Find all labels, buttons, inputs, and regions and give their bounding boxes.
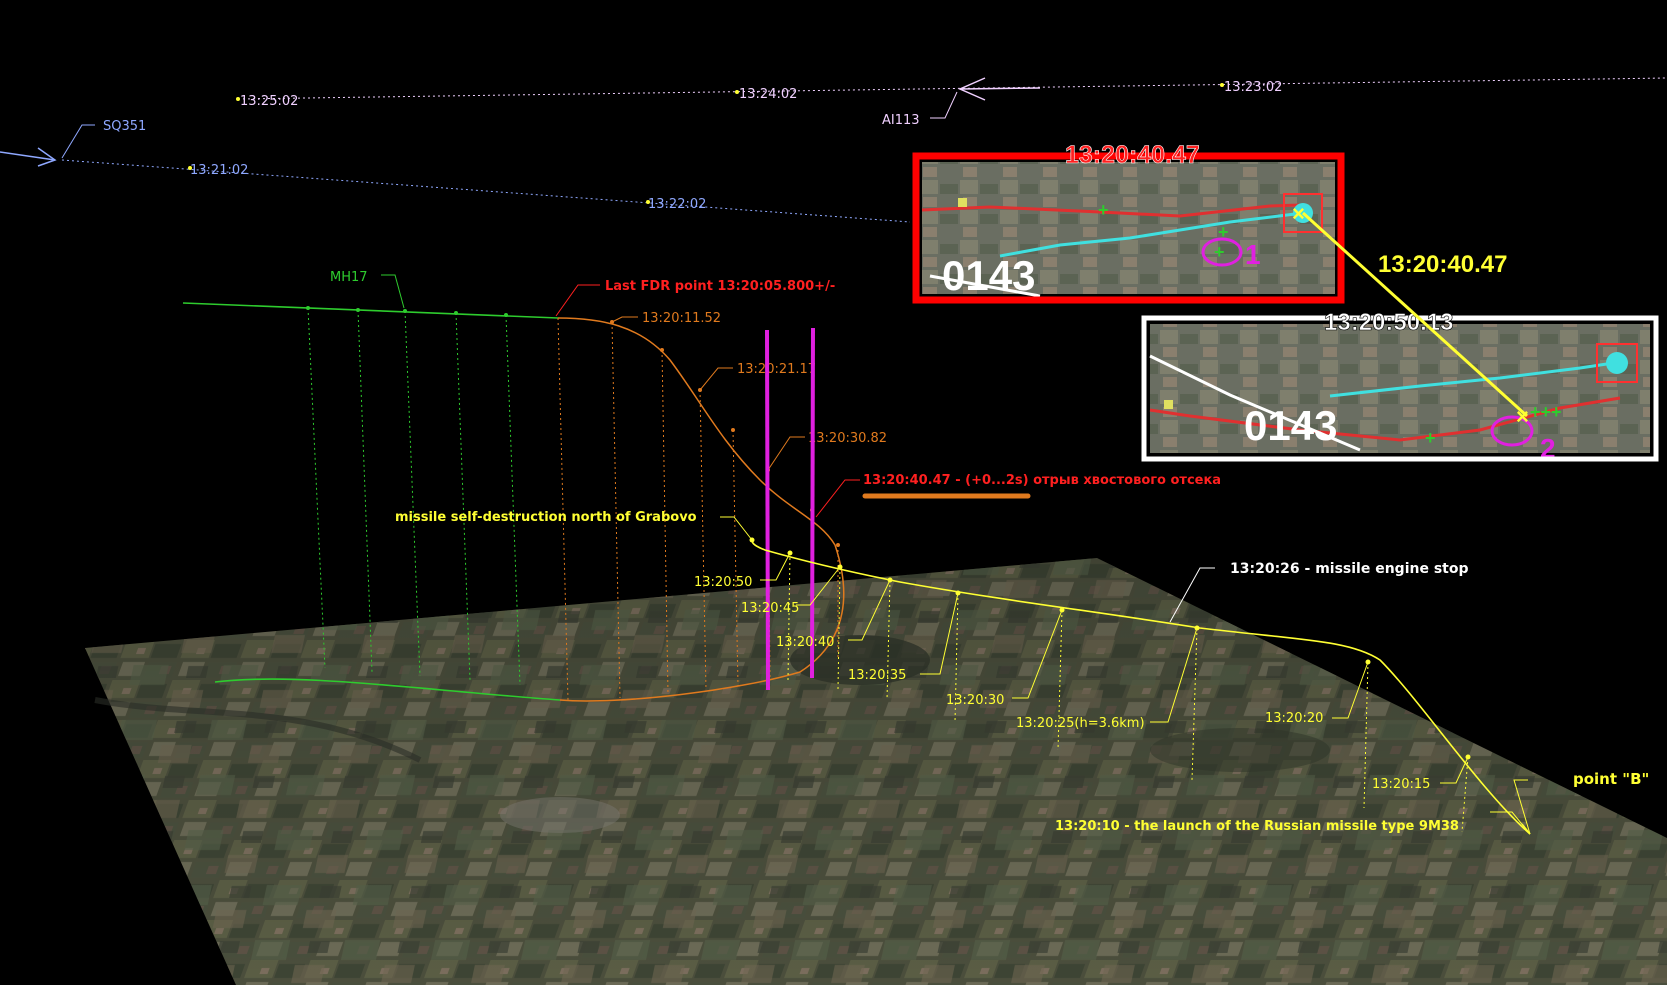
mh17-time-2: 13:20:21.17: [737, 362, 816, 377]
inset-1: + + + 0143 1: [912, 152, 1345, 304]
missile-time-35: 13:20:35: [848, 668, 906, 683]
mh17-time-3: 13:20:30.82: [808, 431, 887, 446]
missile-time-30: 13:20:30: [946, 693, 1004, 708]
ai113-label: AI113: [882, 113, 920, 128]
inset-1-green-cross-c: +: [1214, 242, 1225, 262]
connector-time-label: 13:20:40.47: [1378, 251, 1507, 278]
scene: SQ351 13:21:02 13:22:02 13:25:02 13:24:0…: [0, 77, 1667, 985]
launch-label: 13:20:10 - the launch of the Russian mis…: [1055, 819, 1459, 834]
inset-1-marker: 1: [1245, 239, 1261, 270]
ai113-track: [236, 77, 1667, 119]
missile-time-50: 13:20:50: [694, 575, 752, 590]
point-b-label: point "B": [1573, 770, 1649, 788]
inset-1-green-cross-a: +: [1098, 200, 1109, 220]
sq351-label: SQ351: [103, 119, 146, 134]
sq351-time-1: 13:21:02: [190, 163, 248, 178]
self-destruction-label: missile self-destruction north of Grabov…: [395, 510, 697, 525]
ground-map: [85, 558, 1667, 985]
separation-label: 13:20:40.47 - (+0...2s) отрыв хвостового…: [863, 473, 1221, 488]
last-fdr-label: Last FDR point 13:20:05.800+/-: [605, 279, 835, 294]
svg-text:×: ×: [1516, 404, 1529, 429]
inset-1-title: 13:20:40.47: [1065, 141, 1200, 169]
inset-2: +++ + 0143 2: [1141, 315, 1659, 464]
ai113-time-1: 13:23:02: [1224, 80, 1282, 95]
missile-time-45: 13:20:45: [741, 601, 799, 616]
missile-time-15: 13:20:15: [1372, 777, 1430, 792]
inset-1-code: 0143: [942, 252, 1035, 299]
svg-text:×: ×: [1292, 201, 1305, 226]
mh17-label: MH17: [330, 270, 368, 285]
sq351-time-2: 13:22:02: [648, 197, 706, 212]
sq351-track: [0, 124, 911, 223]
ai113-time-3: 13:25:02: [240, 94, 298, 109]
missile-time-40: 13:20:40: [776, 635, 834, 650]
magenta-marker-2: [810, 327, 815, 679]
missile-time-20: 13:20:20: [1265, 711, 1323, 726]
inset-2-code: 0143: [1244, 402, 1337, 449]
inset-2-green-crosses: +++: [1530, 402, 1562, 422]
inset-2-green-cross-b: +: [1425, 428, 1436, 448]
mh17-time-1: 13:20:11.52: [642, 311, 721, 326]
magenta-marker-1: [765, 329, 770, 691]
ai113-time-2: 13:24:02: [739, 87, 797, 102]
missile-time-25: 13:20:25(h=3.6km): [1016, 716, 1145, 731]
engine-stop-label: 13:20:26 - missile engine stop: [1230, 561, 1469, 577]
